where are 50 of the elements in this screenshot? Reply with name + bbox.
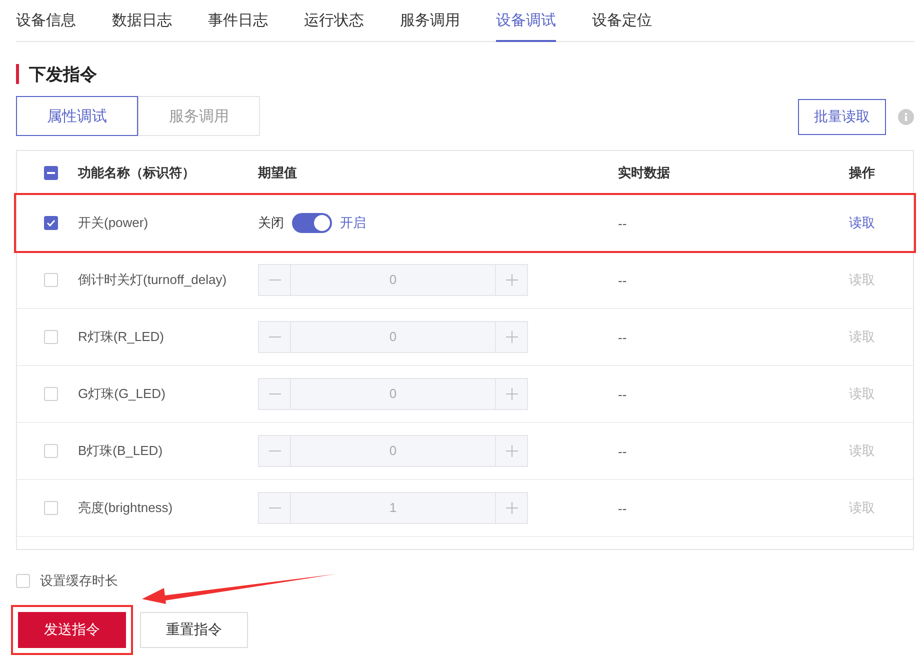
stepper-value: 0 (388, 328, 398, 346)
tab[interactable]: 设备定位 (592, 0, 652, 42)
stepper-value: 0 (388, 271, 398, 289)
column-header: 功能名称（标识符） (78, 164, 196, 182)
property-name: 亮度(brightness) (78, 499, 174, 517)
tab[interactable]: 服务调用 (400, 0, 460, 42)
tab[interactable]: 设备信息 (16, 0, 76, 42)
stepper-value: 1 (388, 499, 398, 517)
info-icon[interactable] (898, 109, 914, 125)
on-label: 开启 (340, 214, 366, 232)
realtime-value: -- (618, 216, 628, 230)
select-all-checkbox[interactable] (44, 166, 58, 180)
row-checkbox[interactable] (44, 216, 58, 230)
read-link[interactable]: 读取 (849, 214, 875, 232)
plus-icon[interactable] (506, 502, 518, 514)
property-name: R灯珠(R_LED) (78, 328, 165, 346)
plus-icon[interactable] (506, 388, 518, 400)
tab[interactable]: 事件日志 (208, 0, 268, 42)
property-name: G灯珠(G_LED) (78, 385, 166, 403)
tab[interactable]: 运行状态 (304, 0, 364, 42)
property-name: B灯珠(B_LED) (78, 442, 164, 460)
toggle-switch[interactable] (292, 213, 332, 233)
batch-read-button[interactable]: 批量读取 (798, 99, 886, 135)
realtime-value: -- (618, 500, 628, 516)
sub-tab[interactable]: 属性调试 (16, 96, 138, 136)
sub-tab[interactable]: 服务调用 (138, 96, 260, 136)
realtime-value: -- (618, 272, 628, 288)
check-icon (46, 218, 56, 228)
column-header: 操作 (849, 164, 875, 182)
section-title: 下发指令 (16, 64, 914, 84)
column-header: 期望值 (258, 164, 298, 182)
reset-button[interactable]: 重置指令 (140, 612, 248, 648)
realtime-value: -- (618, 444, 628, 458)
property-name: 倒计时关灯(turnoff_delay) (78, 271, 228, 289)
realtime-value: -- (618, 330, 628, 344)
property-name: 开关(power) (78, 214, 150, 232)
minus-icon (47, 172, 55, 174)
stepper-value: 0 (388, 385, 398, 403)
stepper-value: 0 (388, 442, 398, 460)
cache-checkbox[interactable] (16, 574, 30, 588)
tab[interactable]: 数据日志 (112, 0, 172, 42)
plus-icon[interactable] (506, 274, 518, 286)
tab[interactable]: 设备调试 (496, 0, 556, 42)
off-label: 关闭 (258, 214, 284, 232)
send-button[interactable]: 发送指令 (18, 612, 126, 648)
cache-label: 设置缓存时长 (40, 572, 118, 590)
plus-icon[interactable] (506, 331, 518, 343)
plus-icon[interactable] (506, 445, 518, 457)
realtime-value: -- (618, 386, 628, 402)
column-header: 实时数据 (618, 164, 671, 182)
